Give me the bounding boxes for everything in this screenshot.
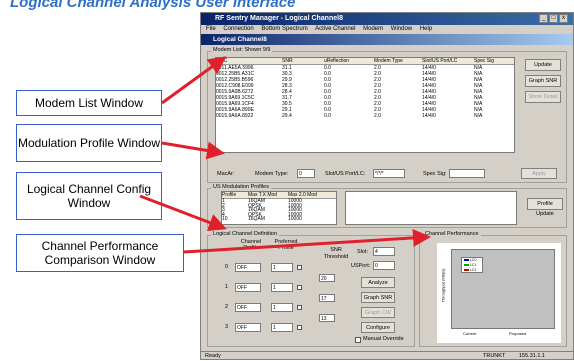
callout-arrows: [139, 56, 431, 254]
arrow-modem-list: [161, 56, 227, 105]
arrow-lc-config: [139, 194, 227, 232]
arrow-performance: [183, 228, 431, 254]
arrow-modulation: [161, 141, 225, 160]
